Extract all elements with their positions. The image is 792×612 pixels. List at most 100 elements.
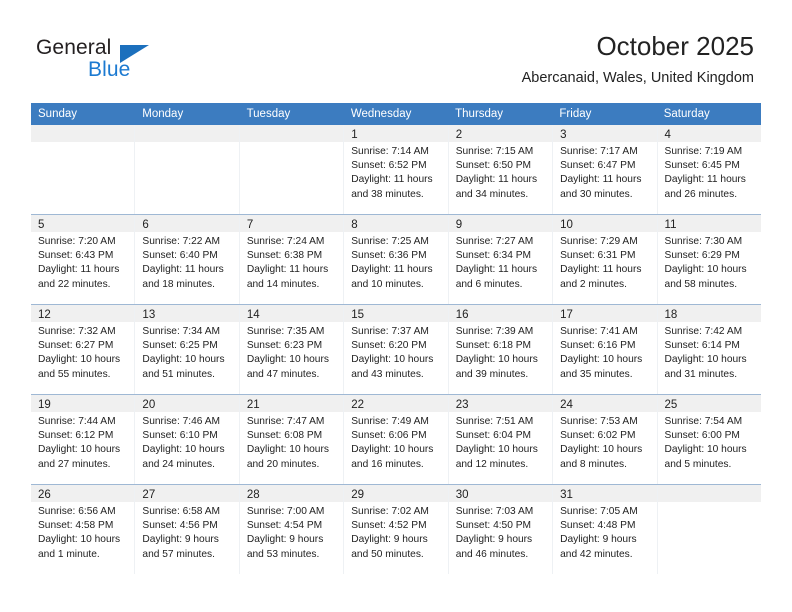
day-number-bar: 29 (344, 485, 448, 502)
day-number-bar: 23 (448, 395, 553, 412)
daylight-text-line1: Daylight: 11 hours (246, 264, 329, 276)
daylight-text-line1: Daylight: 9 hours (560, 534, 637, 546)
day-number-bar: 6 (135, 215, 239, 232)
calendar-day-cell[interactable]: 23 Sunrise: 7:51 AM Sunset: 6:04 PM Dayligh… (447, 395, 553, 484)
daylight-text-line1: Daylight: 10 hours (351, 444, 434, 456)
day-number: 24 (560, 399, 573, 411)
daylight-text-line1: Daylight: 10 hours (664, 264, 747, 276)
calendar-day-cell[interactable]: 4 Sunrise: 7:19 AM Sunset: 6:45 PM Daylight… (656, 125, 761, 214)
day-details: Sunrise: 6:56 AM Sunset: 4:58 PM Daylight:… (31, 502, 134, 562)
page-header: General Blue October 2025 Abercanaid, Wa… (0, 0, 792, 100)
sunset-text: Sunset: 6:16 PM (560, 340, 636, 352)
calendar-day-cell[interactable]: 16 Sunrise: 7:39 AM Sunset: 6:18 PM Dayligh… (447, 305, 553, 394)
day-number-bar (31, 125, 135, 142)
calendar-day-cell[interactable]: 22 Sunrise: 7:49 AM Sunset: 6:06 PM Dayligh… (343, 395, 448, 484)
weekday-header-thursday: Thursday (455, 108, 504, 120)
day-number: 11 (664, 219, 677, 231)
day-details (240, 142, 343, 145)
day-number: 17 (560, 309, 573, 321)
day-details: Sunrise: 7:14 AM Sunset: 6:52 PM Daylight:… (344, 142, 447, 202)
sunrise-text: Sunrise: 7:32 AM (38, 326, 116, 337)
sunset-text: Sunset: 6:14 PM (664, 340, 740, 352)
title-block: October 2025 Abercanaid, Wales, United K… (522, 30, 754, 89)
day-details (658, 502, 761, 505)
day-number-bar (239, 125, 344, 142)
calendar-day-cell[interactable]: 12 Sunrise: 7:32 AM Sunset: 6:27 PM Dayligh… (31, 305, 135, 394)
calendar-day-cell[interactable]: 26 Sunrise: 6:56 AM Sunset: 4:58 PM Dayligh… (31, 485, 135, 574)
calendar-day-cell[interactable]: 18 Sunrise: 7:42 AM Sunset: 6:14 PM Dayligh… (656, 305, 761, 394)
day-number: 25 (664, 399, 678, 411)
calendar-day-cell[interactable]: 6 Sunrise: 7:22 AM Sunset: 6:40 PM Daylight… (134, 215, 239, 304)
calendar-day-cell[interactable]: 28 Sunrise: 7:00 AM Sunset: 4:54 PM Dayligh… (238, 485, 344, 574)
calendar-day-cell-empty (656, 485, 761, 574)
day-number-bar: 21 (239, 395, 344, 412)
calendar-day-cell[interactable]: 14 Sunrise: 7:35 AM Sunset: 6:23 PM Dayligh… (238, 305, 344, 394)
calendar-day-cell[interactable]: 10 Sunrise: 7:29 AM Sunset: 6:31 PM Dayligh… (552, 215, 657, 304)
daylight-text-line1: Daylight: 10 hours (38, 444, 121, 456)
day-number: 8 (351, 219, 358, 231)
day-details: Sunrise: 7:34 AM Sunset: 6:25 PM Daylight:… (135, 322, 238, 382)
sunrise-text: Sunrise: 7:53 AM (560, 416, 638, 427)
sunset-text: Sunset: 6:47 PM (560, 160, 636, 172)
calendar-day-cell[interactable]: 25 Sunrise: 7:54 AM Sunset: 6:00 PM Dayligh… (656, 395, 761, 484)
calendar-day-cell[interactable]: 11 Sunrise: 7:30 AM Sunset: 6:29 PM Dayligh… (656, 215, 761, 304)
calendar-day-cell[interactable]: 21 Sunrise: 7:47 AM Sunset: 6:08 PM Dayligh… (238, 395, 344, 484)
daylight-text-line2: and 50 minutes. (351, 548, 424, 560)
calendar-day-cell[interactable]: 27 Sunrise: 6:58 AM Sunset: 4:56 PM Dayligh… (134, 485, 239, 574)
daylight-text-line2: and 35 minutes. (560, 368, 633, 380)
daylight-text-line2: and 14 minutes. (246, 278, 320, 290)
daylight-text-line1: Daylight: 10 hours (246, 444, 329, 456)
day-details: Sunrise: 7:22 AM Sunset: 6:40 PM Daylight:… (135, 232, 238, 292)
sunrise-text: Sunrise: 7:02 AM (351, 506, 429, 517)
calendar-day-cell[interactable]: 13 Sunrise: 7:34 AM Sunset: 6:25 PM Dayligh… (134, 305, 239, 394)
day-number-bar: 5 (31, 215, 135, 232)
day-number: 12 (38, 309, 51, 321)
day-number-bar: 22 (344, 395, 448, 412)
sunrise-text: Sunrise: 7:00 AM (246, 506, 325, 517)
day-number: 31 (560, 489, 573, 501)
calendar-day-cell[interactable]: 30 Sunrise: 7:03 AM Sunset: 4:50 PM Dayligh… (447, 485, 553, 574)
sunrise-text: Sunrise: 7:35 AM (246, 326, 325, 337)
sunrise-text: Sunrise: 7:15 AM (455, 146, 534, 157)
calendar-day-cell[interactable]: 19 Sunrise: 7:44 AM Sunset: 6:12 PM Dayligh… (31, 395, 135, 484)
sunset-text: Sunset: 6:31 PM (560, 250, 636, 262)
calendar-day-cell[interactable]: 9 Sunrise: 7:27 AM Sunset: 6:34 PM Daylight… (447, 215, 553, 304)
calendar-day-cell[interactable]: 15 Sunrise: 7:37 AM Sunset: 6:20 PM Dayligh… (343, 305, 448, 394)
day-number: 4 (664, 129, 671, 141)
day-number-bar: 30 (448, 485, 553, 502)
sunrise-text: Sunrise: 7:22 AM (142, 236, 221, 247)
day-number-bar: 1 (344, 125, 448, 142)
calendar-day-cell[interactable]: 7 Sunrise: 7:24 AM Sunset: 6:38 PM Daylight… (238, 215, 344, 304)
calendar-day-cell[interactable]: 29 Sunrise: 7:02 AM Sunset: 4:52 PM Dayligh… (343, 485, 448, 574)
sunset-text: Sunset: 4:50 PM (455, 520, 532, 532)
calendar-day-cell[interactable]: 2 Sunrise: 7:15 AM Sunset: 6:50 PM Daylight… (447, 125, 553, 214)
calendar-day-cell[interactable]: 1 Sunrise: 7:14 AM Sunset: 6:52 PM Daylight… (343, 125, 448, 214)
day-number: 15 (351, 309, 365, 321)
day-number-bar: 10 (553, 215, 657, 232)
day-number: 7 (246, 219, 254, 231)
calendar-day-cell[interactable]: 5 Sunrise: 7:20 AM Sunset: 6:43 PM Daylight… (31, 215, 135, 304)
sunrise-text: Sunrise: 7:39 AM (455, 326, 534, 337)
day-details: Sunrise: 7:05 AM Sunset: 4:48 PM Daylight:… (553, 502, 656, 562)
day-details: Sunrise: 7:49 AM Sunset: 6:06 PM Daylight:… (344, 412, 447, 472)
day-number: 3 (560, 129, 567, 141)
weekday-header-saturday: Saturday (663, 108, 710, 120)
sunset-text: Sunset: 6:08 PM (246, 430, 323, 442)
day-details: Sunrise: 7:27 AM Sunset: 6:34 PM Daylight:… (449, 232, 552, 292)
daylight-text-line2: and 16 minutes. (351, 458, 424, 470)
daylight-text-line1: Daylight: 10 hours (142, 354, 225, 366)
daylight-text-line1: Daylight: 11 hours (664, 174, 746, 186)
day-number: 19 (38, 399, 51, 411)
calendar-day-cell[interactable]: 20 Sunrise: 7:46 AM Sunset: 6:10 PM Dayligh… (134, 395, 239, 484)
daylight-text-line2: and 20 minutes. (246, 458, 320, 470)
general-blue-logo[interactable]: General Blue (36, 36, 206, 88)
calendar-day-cell[interactable]: 24 Sunrise: 7:53 AM Sunset: 6:02 PM Dayligh… (552, 395, 657, 484)
calendar-day-cell[interactable]: 31 Sunrise: 7:05 AM Sunset: 4:48 PM Dayligh… (552, 485, 657, 574)
sunset-text: Sunset: 6:06 PM (351, 430, 427, 442)
calendar-day-cell[interactable]: 8 Sunrise: 7:25 AM Sunset: 6:36 PM Daylight… (343, 215, 448, 304)
calendar-day-cell[interactable]: 17 Sunrise: 7:41 AM Sunset: 6:16 PM Dayligh… (552, 305, 657, 394)
page-subtitle: Abercanaid, Wales, United Kingdom (521, 70, 754, 86)
calendar-day-cell[interactable]: 3 Sunrise: 7:17 AM Sunset: 6:47 PM Daylight… (552, 125, 657, 214)
weekday-header-wednesday: Wednesday (350, 108, 412, 120)
daylight-text-line1: Daylight: 10 hours (664, 354, 747, 366)
